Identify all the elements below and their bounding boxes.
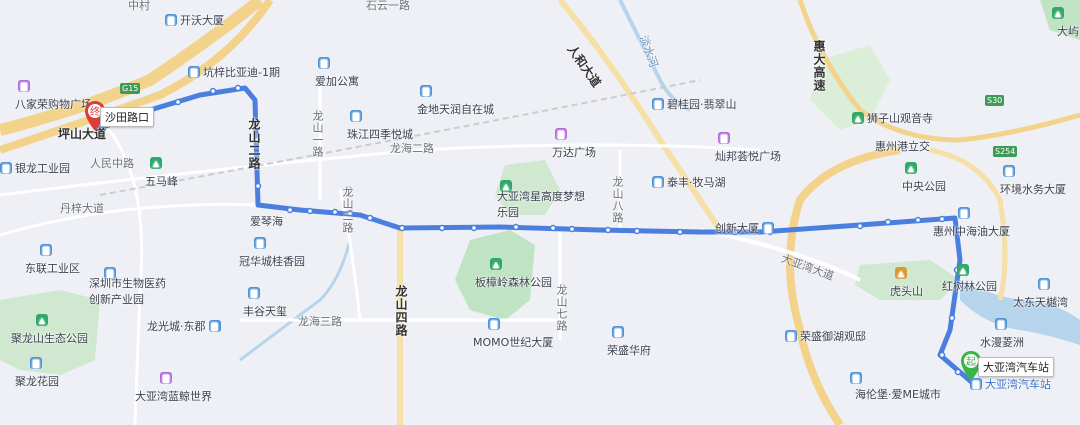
shop-icon: ▇ xyxy=(160,372,172,384)
building-icon: ▇ xyxy=(208,320,221,332)
poi-aijia[interactable]: ▇ 爱加公寓 xyxy=(315,55,377,88)
building-icon: ▇ xyxy=(188,66,200,78)
poi-chuangxin[interactable]: 创新大厦 ▇ xyxy=(715,220,774,236)
highway-shield: S254 xyxy=(993,146,1018,157)
poi-huanjing[interactable]: ▇ 环境水务大厦 xyxy=(1000,163,1080,196)
poi-banzhang[interactable]: ▲ 板樟岭森林公园 xyxy=(475,256,582,289)
road xyxy=(699,228,861,282)
poi-zhujiang[interactable]: ▇ 珠江四季悦城 xyxy=(347,108,431,141)
building-icon: ▇ xyxy=(1003,165,1015,177)
building-icon: ▇ xyxy=(254,237,266,249)
poi-wanda[interactable]: ▇ 万达广场 xyxy=(552,126,614,159)
poi-huizhouhai[interactable]: ▇ 惠州中海油大厦 xyxy=(933,205,1050,238)
poi-hongshulin[interactable]: ▲ 红树林公园 xyxy=(942,262,1027,293)
highway xyxy=(959,112,1080,143)
road-label: 龙山八路 xyxy=(611,176,624,224)
poi-dayawanxing[interactable]: ▲ 大亚湾星高度梦想乐园 xyxy=(497,170,605,219)
poi-shizishan[interactable]: ▲ 狮子山观音寺 xyxy=(852,110,933,126)
road-label: 龙山二路 xyxy=(247,118,261,170)
poi-hailun[interactable]: ▇ 海伦堡·爱ME城市 xyxy=(850,370,951,401)
poi-julong[interactable]: ▇ 聚龙花园 xyxy=(15,355,89,388)
end-stop-label[interactable]: 沙田路口 xyxy=(100,107,154,127)
park-icon: ▲ xyxy=(957,264,969,276)
poi-wuma[interactable]: ▲ 五马峰 xyxy=(145,155,198,188)
poi-aiqin[interactable]: 爱琴海 xyxy=(250,213,283,229)
poi-guanhua[interactable]: ▇ 冠华城桂香园 xyxy=(239,235,335,268)
building-icon: ▇ xyxy=(318,57,330,69)
shop-icon: ▇ xyxy=(718,132,730,144)
park-icon: ▲ xyxy=(1052,7,1064,19)
road-label: 人民中路 xyxy=(90,157,134,170)
building-icon: ▇ xyxy=(785,330,797,342)
road-label: 龙海三路 xyxy=(298,315,342,328)
poi-zhongyang[interactable]: ▲ 中央公园 xyxy=(902,160,964,193)
road-label: 龙山三路 xyxy=(341,186,354,234)
building-icon: ▇ xyxy=(652,176,664,188)
shop-icon: ▇ xyxy=(18,80,30,92)
poi-shenzhenbio[interactable]: ▇ 深圳市生物医药创新产业园 xyxy=(89,257,197,306)
poi-taidong[interactable]: ▇ 太东天樾湾 xyxy=(1013,276,1080,309)
building-icon: ▇ xyxy=(612,326,624,338)
park-icon: ▲ xyxy=(852,112,864,124)
poi-kengzi[interactable]: ▇ 坑梓比亚迪-1期 xyxy=(188,64,280,80)
building-icon: ▇ xyxy=(1038,278,1050,290)
building-icon: ▇ xyxy=(165,14,177,26)
park-icon: ▲ xyxy=(905,162,917,174)
poi-fenggu[interactable]: ▇ 丰谷天玺 xyxy=(243,285,307,318)
poi-huizhougang[interactable]: 惠州港立交 xyxy=(875,138,930,154)
building-icon: ▇ xyxy=(420,85,432,97)
road xyxy=(0,202,261,237)
poi-canbang[interactable]: ▇ 灿邦荟悦广场 xyxy=(715,130,799,163)
road-label: 中村 xyxy=(128,0,150,12)
poi-rongsheng2[interactable]: ▇ 荣盛华府 xyxy=(607,324,671,357)
park-icon: ▲ xyxy=(490,258,502,270)
poi-yinlong[interactable]: ▇ 银龙工业园 xyxy=(0,160,70,176)
scenic-icon: ▲ xyxy=(895,267,907,279)
poi-hutoushan[interactable]: ▲ 虎头山 xyxy=(890,265,943,298)
poi-bajia[interactable]: ▇ 八家荣购物广场 xyxy=(15,78,110,111)
building-icon: ▇ xyxy=(488,318,500,330)
highway-shield: S30 xyxy=(985,95,1005,106)
building-icon: ▇ xyxy=(762,222,774,234)
park-icon: ▲ xyxy=(36,314,48,326)
building-icon: ▇ xyxy=(995,318,1007,330)
highway-shield: G15 xyxy=(120,83,141,94)
building-icon: ▇ xyxy=(248,287,260,299)
poi-dakai[interactable]: ▲ 大屿 xyxy=(1052,5,1080,38)
start-badge: 起 xyxy=(966,356,976,368)
poi-jindi[interactable]: ▇ 金地天润自在城 xyxy=(417,83,512,116)
shop-icon: ▇ xyxy=(555,128,567,140)
poi-shuiman[interactable]: ▇ 水漫菱洲 xyxy=(980,316,1054,349)
poi-longguang[interactable]: 龙光城·东郡 ▇ xyxy=(147,318,221,334)
building-icon: ▇ xyxy=(958,207,970,219)
poi-biguiyuan[interactable]: ▇ 碧桂园·翡翠山 xyxy=(652,96,737,112)
end-badge: 终 xyxy=(90,105,100,118)
route-map[interactable]: 坪山大道 人民中路 丹梓大道 龙山二路 龙海二路 龙山三路 龙山四路 龙山七路 … xyxy=(0,0,1080,425)
poi-jujing[interactable]: ▲ 聚龙山生态公园 xyxy=(11,312,128,345)
road-label: 丹梓大道 xyxy=(60,202,104,215)
poi-dayawanlan[interactable]: ▇ 大亚湾蓝鲸世界 xyxy=(135,370,252,403)
poi-start-station[interactable]: ▇ 大亚湾汽车站 xyxy=(970,376,1051,392)
poi-dongling[interactable]: ▇ 东联工业区 xyxy=(25,242,110,275)
building-icon: ▇ xyxy=(30,357,42,369)
building-icon: ▇ xyxy=(652,98,664,110)
road-label: 石云一路 xyxy=(366,0,410,12)
road-label: 龙山四路 xyxy=(394,285,408,337)
road-label: 龙山一路 xyxy=(311,110,324,158)
poi-taifeng[interactable]: ▇ 泰丰·牧马湖 xyxy=(652,174,726,190)
road-label: 龙海二路 xyxy=(390,142,434,155)
bus-station-icon: ▇ xyxy=(970,378,982,390)
building-icon: ▇ xyxy=(350,110,362,122)
poi-rongsheng[interactable]: ▇ 荣盛御湖观邸 xyxy=(785,328,866,344)
poi-momo[interactable]: ▇ MOMO世纪大厦 xyxy=(473,316,583,349)
building-icon: ▇ xyxy=(0,162,12,174)
road xyxy=(0,143,761,197)
road-label: 惠大高速 xyxy=(812,40,826,92)
building-icon: ▇ xyxy=(850,372,862,384)
park-icon: ▲ xyxy=(150,157,162,169)
poi-kaiwo[interactable]: ▇ 开沃大厦 xyxy=(165,12,224,28)
start-stop-label[interactable]: 大亚湾汽车站 xyxy=(978,357,1054,377)
building-icon: ▇ xyxy=(40,244,52,256)
